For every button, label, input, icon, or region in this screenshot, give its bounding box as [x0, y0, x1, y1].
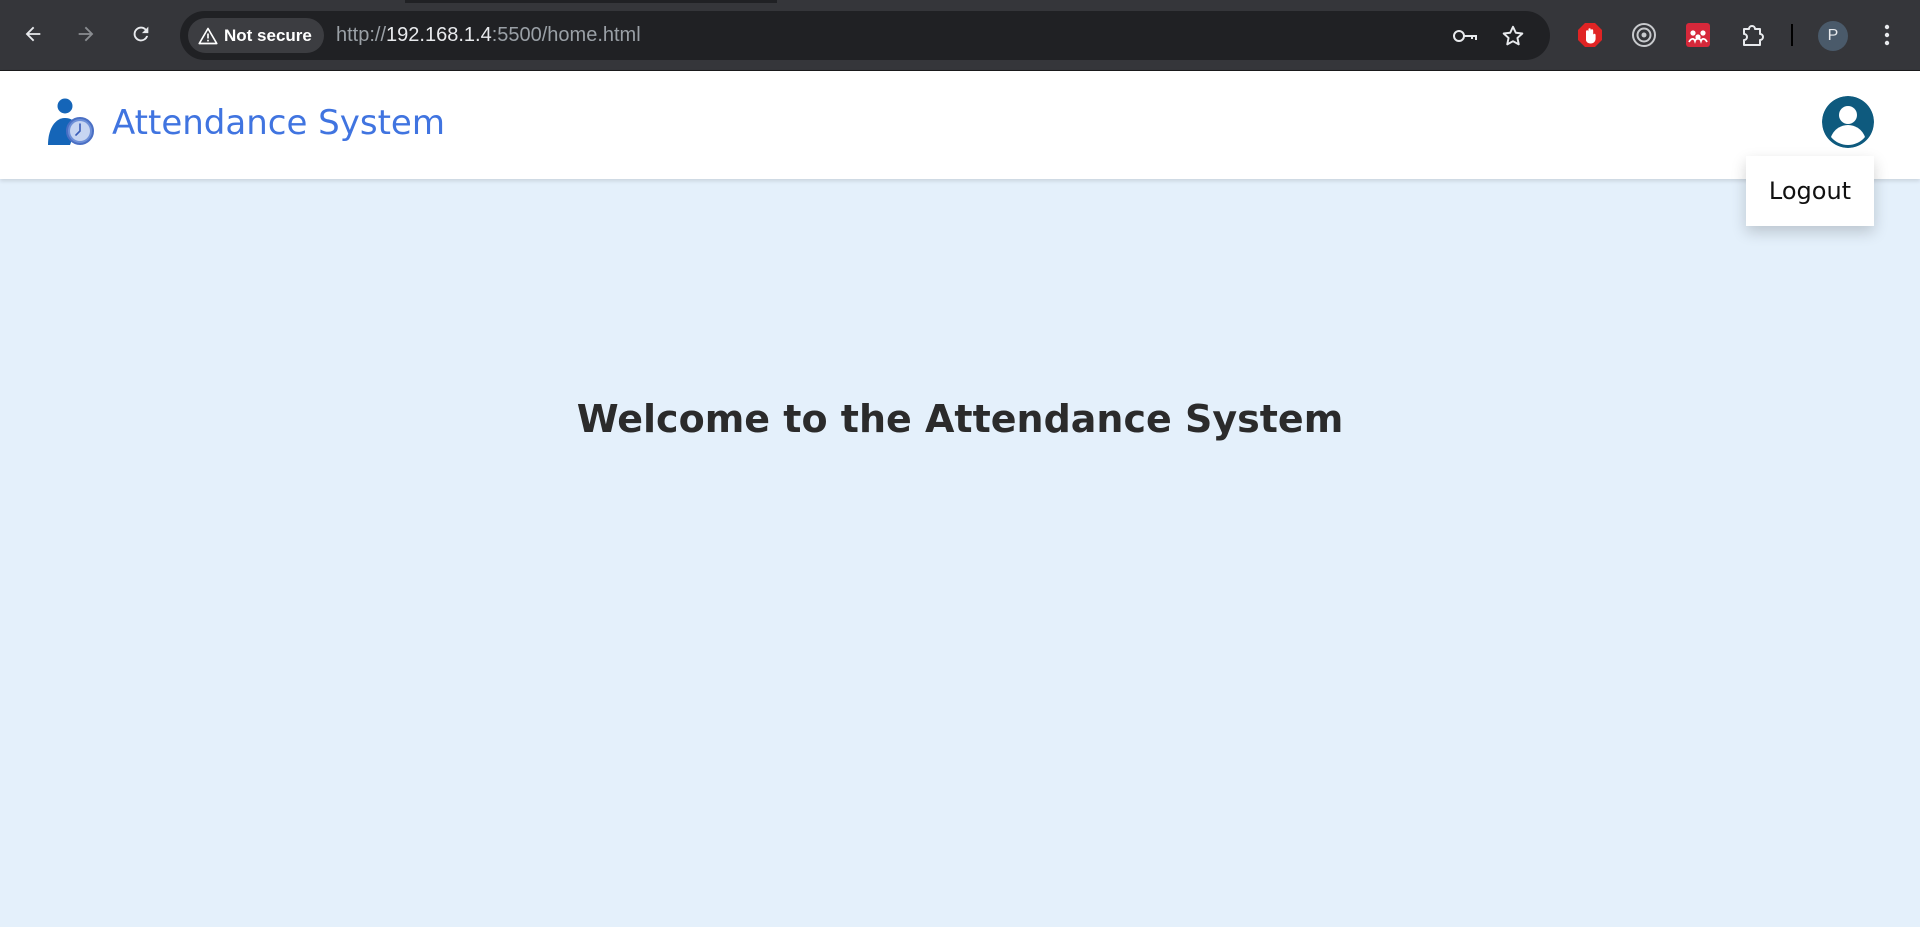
- attendance-logo-icon: [48, 98, 94, 145]
- arrow-right-icon: [78, 26, 94, 42]
- extension-adblock[interactable]: [1574, 19, 1606, 51]
- bookmark-button[interactable]: [1500, 23, 1526, 49]
- browser-menu-button[interactable]: [1872, 20, 1902, 50]
- toolbar-divider: [1791, 24, 1793, 46]
- url-host: 192.168.1.4: [386, 24, 492, 46]
- puzzle-piece-icon: [1743, 25, 1764, 46]
- star-icon: [1502, 25, 1524, 46]
- mendeley-icon: [1686, 23, 1710, 47]
- extension-target[interactable]: [1628, 19, 1660, 51]
- app-title[interactable]: Attendance System: [112, 103, 445, 143]
- address-bar[interactable]: Not secure http://192.168.1.4:5500/home.…: [180, 11, 1550, 60]
- reload-button[interactable]: [124, 17, 158, 51]
- welcome-heading: Welcome to the Attendance System: [576, 397, 1344, 442]
- security-label: Not secure: [224, 25, 312, 45]
- key-icon: [1453, 30, 1477, 42]
- user-avatar-icon[interactable]: [1822, 96, 1874, 148]
- url-scheme: http://: [336, 24, 387, 46]
- user-dropdown-menu: Logout: [1746, 156, 1874, 226]
- reload-icon: [133, 26, 149, 42]
- target-circle-icon: [1632, 23, 1656, 47]
- forward-button[interactable]: [69, 17, 103, 51]
- arrow-left-icon: [25, 26, 41, 42]
- logout-menu-item[interactable]: Logout: [1769, 177, 1851, 205]
- extensions-button[interactable]: [1736, 19, 1768, 51]
- app-header: Attendance System: [0, 71, 1920, 179]
- active-tab-indicator: [405, 0, 777, 3]
- url-text[interactable]: http://192.168.1.4:5500/home.html: [336, 24, 641, 47]
- warning-triangle-icon: [198, 27, 218, 44]
- security-chip[interactable]: Not secure: [188, 18, 324, 53]
- extension-mendeley[interactable]: [1682, 19, 1714, 51]
- password-manager-button[interactable]: [1452, 23, 1478, 49]
- url-path: :5500/home.html: [491, 24, 641, 46]
- profile-button[interactable]: P: [1818, 21, 1848, 51]
- adblock-hand-icon: [1578, 23, 1602, 47]
- back-button[interactable]: [16, 17, 50, 51]
- kebab-menu-icon: [1884, 24, 1890, 46]
- browser-toolbar: Not secure http://192.168.1.4:5500/home.…: [0, 0, 1920, 71]
